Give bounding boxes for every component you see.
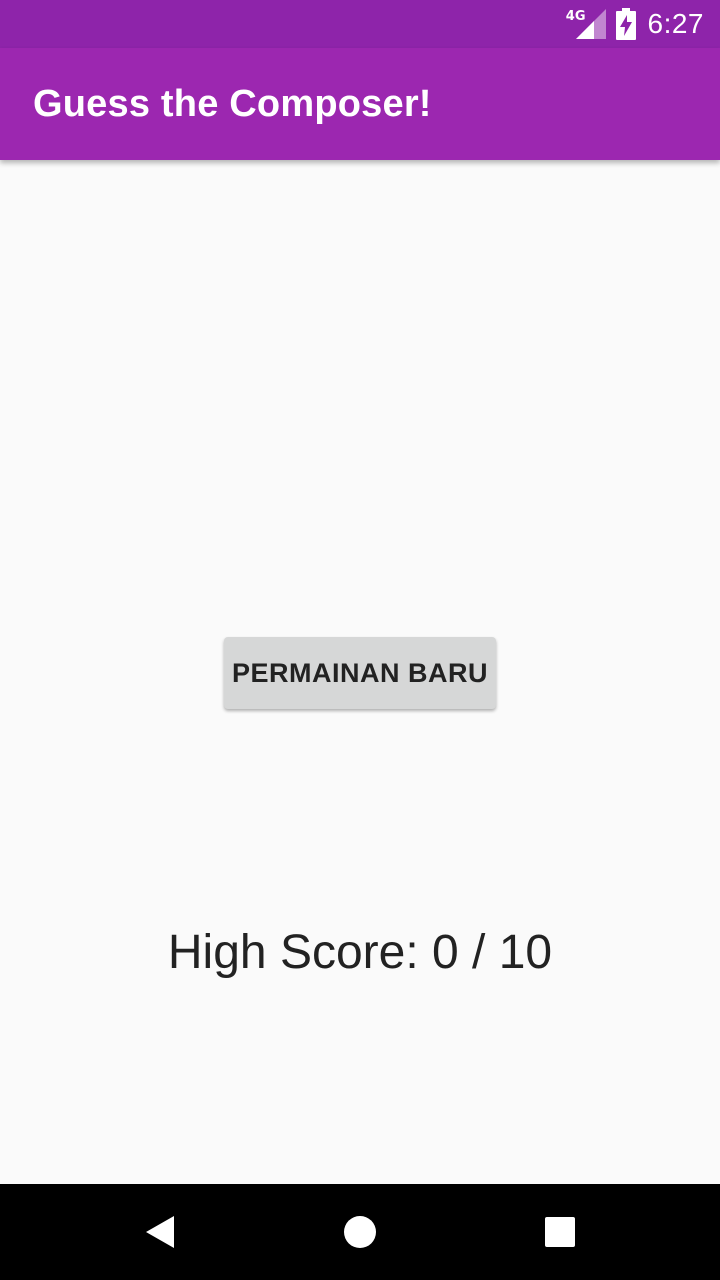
home-button[interactable] — [336, 1208, 384, 1256]
recents-icon — [545, 1217, 575, 1247]
navigation-bar — [0, 1184, 720, 1280]
new-game-button[interactable]: PERMAINAN BARU — [224, 637, 496, 709]
status-icons: 4G 6:27 — [566, 0, 704, 48]
back-button[interactable] — [136, 1208, 184, 1256]
high-score-text: High Score: 0 / 10 — [167, 926, 553, 979]
status-bar: 4G 6:27 — [0, 0, 720, 48]
app-title: Guess the Composer! — [33, 83, 432, 125]
back-icon — [146, 1216, 174, 1248]
main-content: PERMAINAN BARU High Score: 0 / 10 — [0, 160, 720, 1184]
home-icon — [344, 1216, 376, 1248]
network-type-label: 4G — [565, 8, 586, 24]
clock: 6:27 — [647, 8, 704, 39]
battery-charging-icon — [615, 8, 636, 40]
recents-button[interactable] — [536, 1208, 584, 1256]
app-bar: Guess the Composer! — [0, 48, 720, 160]
